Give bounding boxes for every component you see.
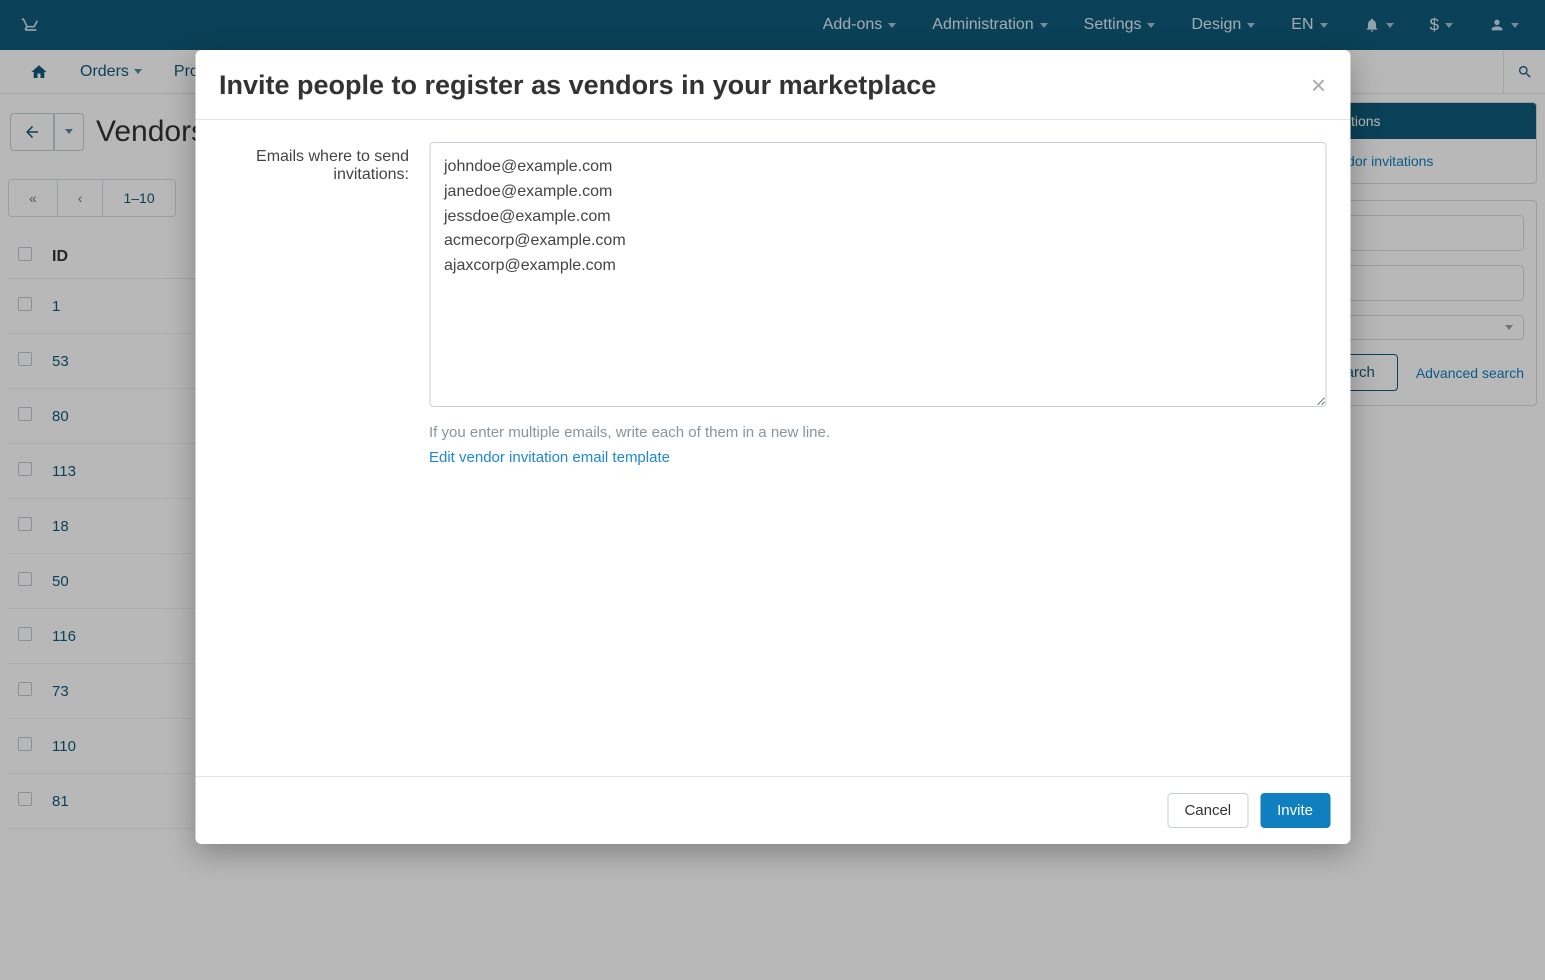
modal-invite-button[interactable]: Invite: [1260, 793, 1330, 828]
emails-label: Emails where to send invitations:: [219, 142, 409, 466]
modal-close-button[interactable]: ×: [1311, 70, 1326, 101]
emails-helper: If you enter multiple emails, write each…: [429, 424, 1326, 441]
invite-vendors-modal: Invite people to register as vendors in …: [195, 50, 1350, 844]
edit-template-link[interactable]: Edit vendor invitation email template: [429, 449, 670, 466]
emails-textarea[interactable]: [429, 142, 1326, 407]
modal-cancel-button[interactable]: Cancel: [1167, 793, 1248, 828]
modal-title: Invite people to register as vendors in …: [219, 70, 936, 101]
